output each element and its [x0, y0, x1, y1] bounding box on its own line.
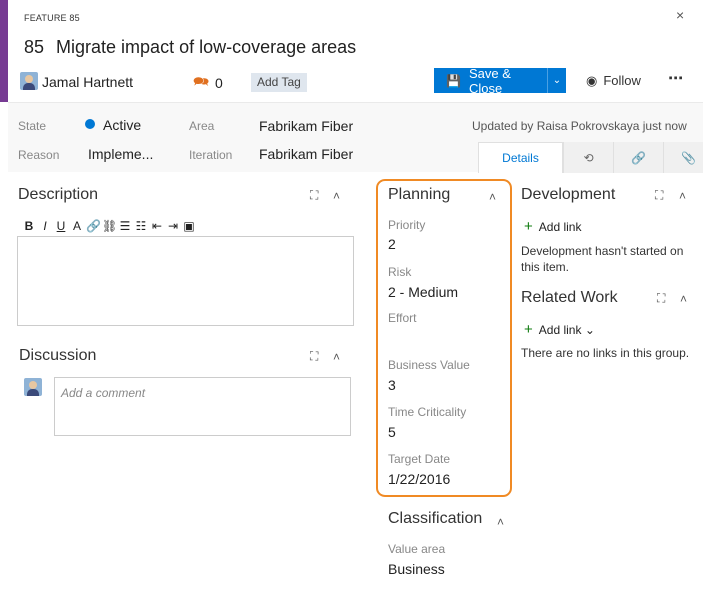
- italic-icon[interactable]: I: [38, 219, 52, 233]
- classification-title[interactable]: Classification: [388, 510, 482, 528]
- unlink-icon[interactable]: ⛓: [102, 219, 117, 233]
- risk-value[interactable]: 2 - Medium: [388, 284, 458, 300]
- comment-count: 0: [215, 75, 223, 91]
- development-message: Development hasn't started on this item.: [521, 244, 684, 274]
- history-icon[interactable]: ⟲: [563, 142, 613, 173]
- close-icon[interactable]: ×: [676, 7, 684, 23]
- work-item-title[interactable]: 85 Migrate impact of low-coverage areas: [24, 37, 356, 58]
- image-icon[interactable]: ▣: [182, 219, 196, 233]
- bold-icon[interactable]: B: [22, 219, 36, 233]
- collapse-icon[interactable]: ˄: [497, 515, 504, 529]
- underline-icon[interactable]: U: [54, 219, 68, 233]
- value-area-value[interactable]: Business: [388, 561, 445, 577]
- title-text[interactable]: Migrate impact of low-coverage areas: [56, 37, 356, 57]
- maximize-icon[interactable]: ⛶: [655, 188, 663, 203]
- development-title[interactable]: Development: [521, 186, 615, 204]
- follow-label: Follow: [603, 73, 641, 88]
- link-icon[interactable]: 🔗: [86, 219, 101, 233]
- work-item-color-stripe: [0, 0, 8, 102]
- collapse-icon[interactable]: ˄: [680, 292, 687, 306]
- links-icon[interactable]: 🔗: [613, 142, 663, 173]
- updated-by-text[interactable]: Updated by Raisa Pokrovskaya just now: [472, 119, 687, 133]
- effort-label: Effort: [388, 311, 417, 325]
- state-dot-icon: [85, 119, 95, 129]
- owner-name[interactable]: Jamal Hartnett: [42, 74, 133, 90]
- highlight-icon[interactable]: A: [70, 219, 84, 233]
- tab-details[interactable]: Details: [478, 142, 563, 173]
- comment-input[interactable]: Add a comment: [54, 377, 351, 436]
- discussion-title[interactable]: Discussion: [19, 347, 96, 365]
- outdent-icon[interactable]: ⇤: [150, 219, 164, 233]
- collapse-icon[interactable]: ˄: [333, 350, 340, 364]
- maximize-icon[interactable]: ⛶: [657, 291, 665, 306]
- maximize-icon[interactable]: ⛶: [310, 349, 318, 364]
- save-close-label: Save & Close: [468, 65, 511, 96]
- time-criticality-value[interactable]: 5: [388, 424, 396, 440]
- reason-value[interactable]: Impleme...: [88, 146, 153, 162]
- chevron-down-icon[interactable]: ⌄: [547, 68, 566, 93]
- current-user-avatar: [24, 378, 42, 396]
- value-area-label: Value area: [388, 542, 446, 556]
- follow-button[interactable]: ◉ Follow: [586, 73, 641, 89]
- description-editor[interactable]: [17, 236, 354, 326]
- collapse-icon[interactable]: ˄: [333, 189, 340, 203]
- description-title[interactable]: Description: [18, 186, 98, 204]
- area-label: Area: [189, 119, 215, 133]
- risk-label: Risk: [388, 265, 412, 279]
- state-value[interactable]: Active: [103, 117, 141, 133]
- related-work-add-link[interactable]: + Add link ⌄: [524, 321, 595, 338]
- effort-value[interactable]: [388, 330, 498, 348]
- work-item-type: FEATURE 85: [24, 13, 80, 23]
- owner-avatar[interactable]: [20, 72, 38, 90]
- target-date-value[interactable]: 1/22/2016: [388, 471, 450, 487]
- priority-value[interactable]: 2: [388, 236, 396, 252]
- state-label: State: [18, 119, 47, 133]
- planning-title[interactable]: Planning: [388, 186, 450, 204]
- work-item-id: 85: [24, 37, 45, 57]
- eye-icon: ◉: [586, 73, 598, 88]
- plus-icon: +: [524, 218, 533, 235]
- rich-text-toolbar: B I U A 🔗 ⛓ ☰ ☷ ⇤ ⇥ ▣: [22, 219, 196, 233]
- chevron-down-icon: ⌄: [584, 323, 595, 337]
- form-tabs: Details ⟲ 🔗 📎: [478, 142, 703, 173]
- comment-icon[interactable]: 🗪: [193, 73, 209, 95]
- add-link-label: Add link: [538, 323, 582, 337]
- collapse-icon[interactable]: ˄: [489, 190, 496, 204]
- priority-label: Priority: [388, 218, 426, 232]
- iteration-value[interactable]: Fabrikam Fiber: [259, 146, 353, 162]
- development-add-link[interactable]: + Add link: [524, 218, 581, 235]
- time-criticality-label: Time Criticality: [388, 405, 467, 419]
- iteration-label: Iteration: [189, 148, 233, 162]
- plus-icon: +: [524, 321, 533, 338]
- more-actions-icon[interactable]: ⋯: [668, 69, 683, 87]
- add-tag-button[interactable]: Add Tag: [251, 73, 307, 92]
- add-link-label: Add link: [538, 220, 582, 234]
- save-icon: 💾: [446, 73, 461, 88]
- target-date-label: Target Date: [388, 452, 451, 466]
- maximize-icon[interactable]: ⛶: [310, 188, 318, 203]
- attachment-icon[interactable]: 📎: [663, 142, 703, 173]
- save-close-button[interactable]: 💾 Save & Close ⌄: [434, 65, 566, 96]
- business-value-label: Business Value: [388, 358, 470, 372]
- numbered-list-icon[interactable]: ☷: [134, 219, 148, 233]
- area-value[interactable]: Fabrikam Fiber: [259, 118, 353, 134]
- related-work-message: There are no links in this group.: [521, 346, 690, 360]
- collapse-icon[interactable]: ˄: [679, 189, 686, 203]
- reason-label: Reason: [18, 148, 60, 162]
- indent-icon[interactable]: ⇥: [166, 219, 180, 233]
- related-work-title[interactable]: Related Work: [521, 289, 618, 307]
- bulleted-list-icon[interactable]: ☰: [118, 219, 132, 233]
- business-value-value[interactable]: 3: [388, 377, 396, 393]
